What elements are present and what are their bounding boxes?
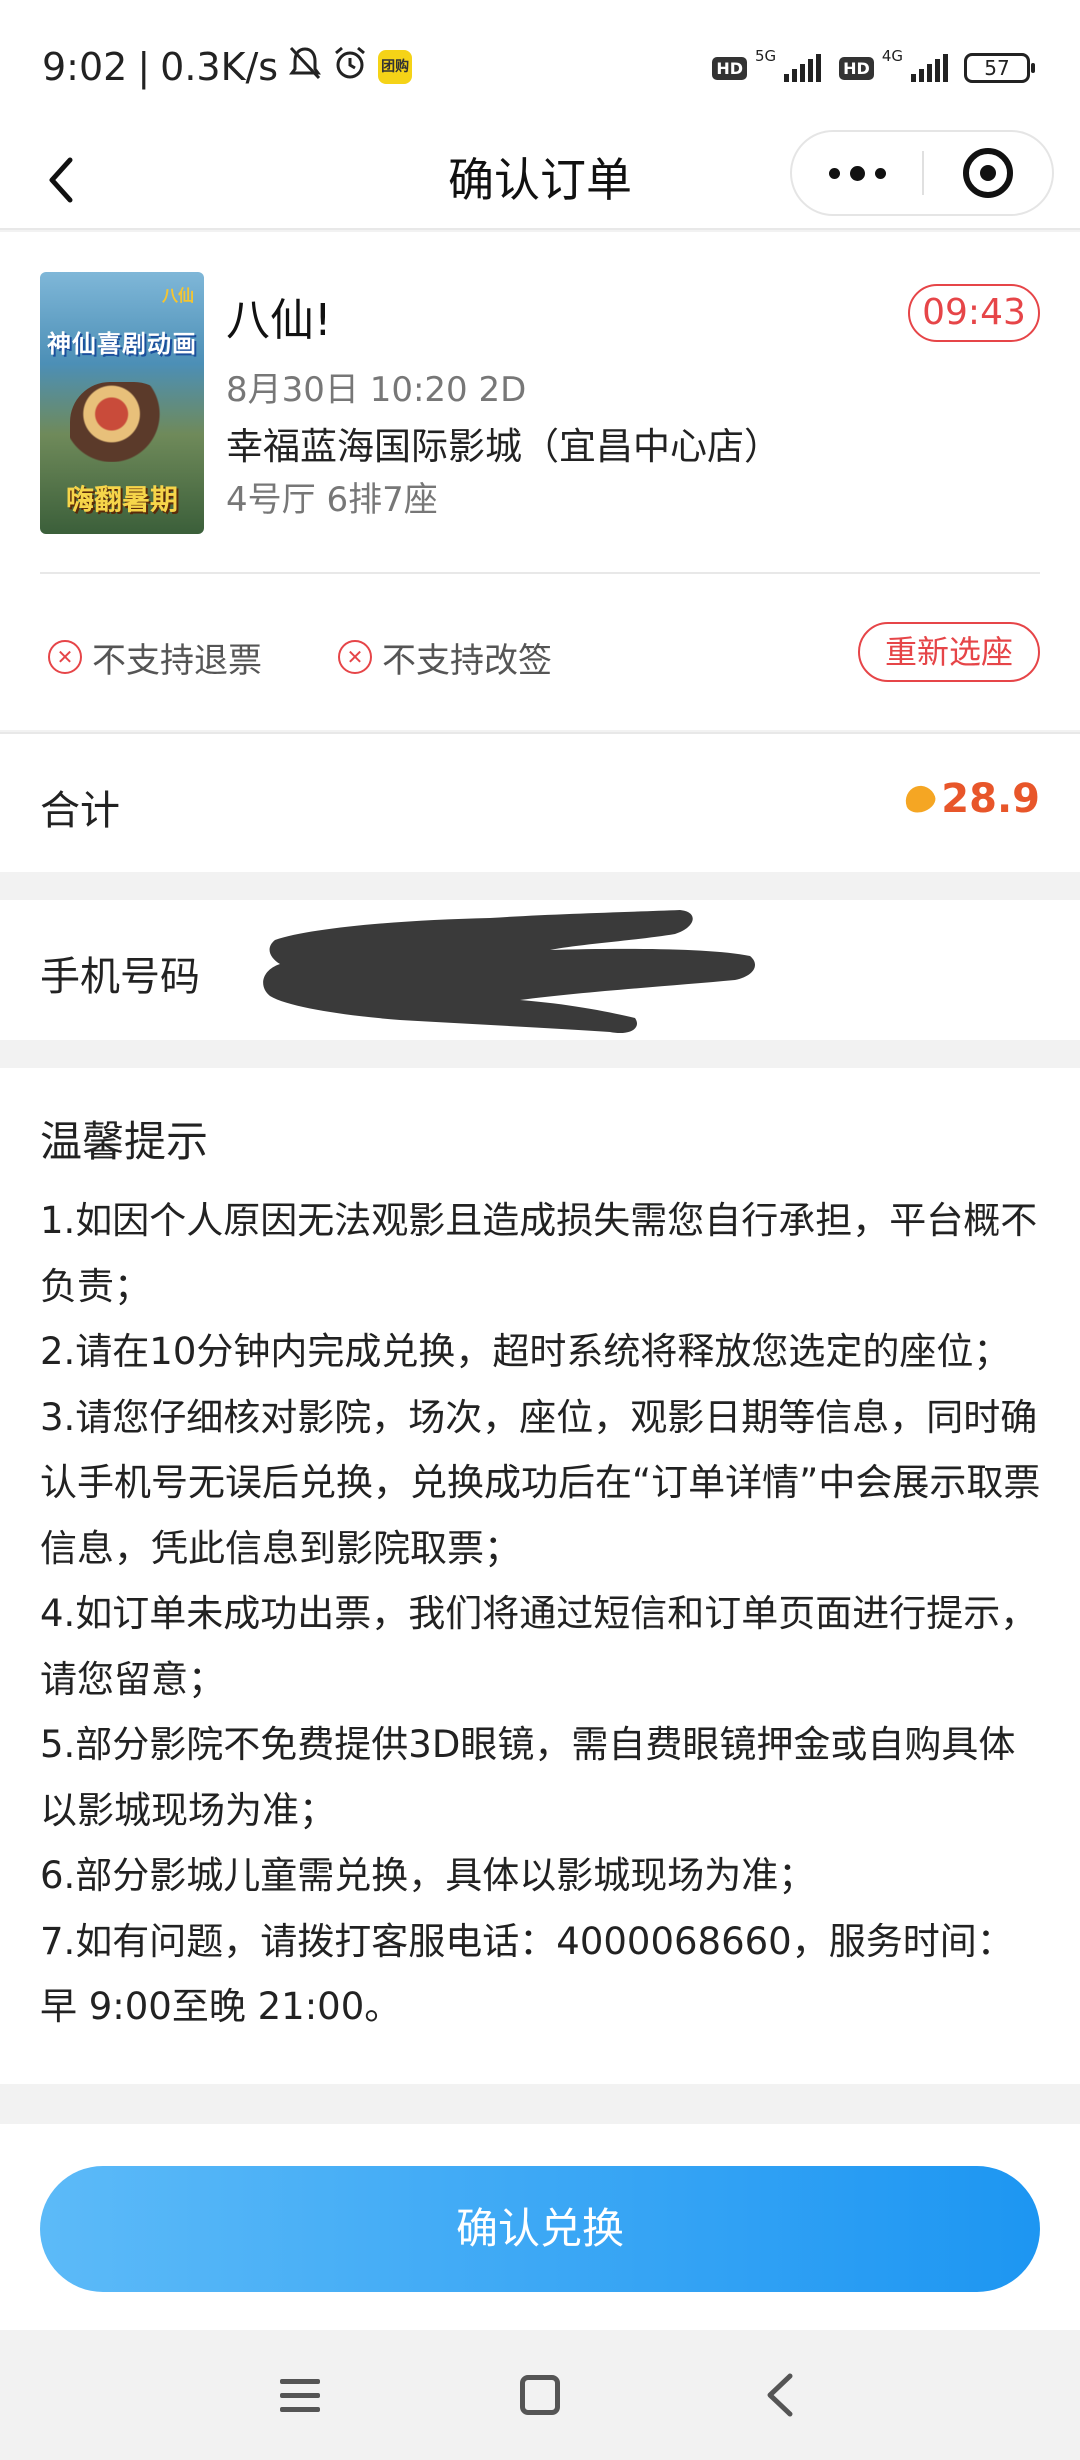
total-price: 28.9 [901,776,1040,822]
back-button[interactable] [30,148,94,212]
target-close-icon [962,148,1013,198]
total-amount: 28.9 [941,776,1040,822]
network-type: 5G [754,47,777,65]
alarm-clock-icon [332,45,368,90]
x-circle-icon: ✕ [338,640,372,674]
system-nav-bar [0,2330,1080,2460]
status-left: 9:02 | 0.3K/s 团购 [42,42,413,92]
mute-bell-icon [288,45,322,90]
app-notification-icon: 团购 [378,50,413,84]
clock: 9:02 [42,45,128,89]
order-card: 八仙 神仙喜剧动画 嗨翻暑期 八仙! 09:43 8月30日 10:20 2D … [0,232,1080,730]
tip-item: 7.如有问题，请拨打客服电话：4000068660，服务时间：早 9:00至晚 … [40,1919,1014,2029]
policy-label: 不支持退票 [92,640,262,681]
poster-top-text: 神仙喜剧动画 [47,330,197,358]
policy-label: 不支持改签 [382,640,552,681]
seat-info: 4号厅 6排7座 [226,480,438,520]
network-type: 4G [881,47,903,65]
menu-icon [280,2378,320,2384]
tips-section: 温馨提示 1.如因个人原因无法观影且造成损失需您自行承担，平台概不负责； 2.请… [0,1068,1080,2084]
close-mini-program-button[interactable] [924,130,1052,216]
network-speed: 0.3K/s [160,45,279,89]
countdown-timer: 09:43 [908,284,1040,342]
total-row: 合计 28.9 [0,732,1080,872]
home-square-icon [520,2375,560,2415]
signal-bars-icon [784,54,822,82]
redacted-phone-number [263,910,755,1034]
phone-label: 手机号码 [40,954,200,1000]
poster-bottom-text: 嗨翻暑期 [65,483,178,516]
signal-bars-icon [911,54,948,82]
hd-badge: HD [839,56,874,80]
nav-bar: 确认订单 [0,130,1080,230]
no-change-policy: ✕ 不支持改签 [338,632,552,682]
mini-program-capsule [790,130,1054,216]
movie-title: 八仙! [226,295,332,346]
tip-item: 5.部分影院不免费提供3D眼镜，需自费眼镜押金或自购具体以影城现场为准； [40,1723,1016,1832]
showtime-info: 8月30日 10:20 2D [226,370,527,410]
poster-artwork [70,382,174,462]
status-right: HD 5G HD 4G 57 [712,46,1035,90]
tip-item: 2.请在10分钟内完成兑换，超时系统将释放您选定的座位； [40,1330,1011,1373]
total-label: 合计 [40,788,120,834]
chevron-left-icon [767,2373,793,2417]
phone-row: 手机号码 [0,900,1080,1040]
tips-list: 1.如因个人原因无法观影且造成损失需您自行承担，平台概不负责； 2.请在10分钟… [40,1188,1050,2040]
chevron-left-icon [49,157,73,203]
tip-item: 3.请您仔细核对影院，场次，座位，观影日期等信息，同时确认手机号无误后兑换，兑换… [40,1395,1041,1570]
reselect-seat-button[interactable]: 重新选座 [858,622,1040,682]
cinema-name: 幸福蓝海国际影城（宜昌中心店） [226,425,781,468]
home-button[interactable] [510,2365,570,2425]
recent-apps-button[interactable] [270,2365,330,2425]
tips-title: 温馨提示 [40,1117,209,1166]
tip-item: 4.如订单未成功出票，我们将通过短信和订单页面进行提示，请您留意； [40,1592,1038,1701]
bottom-action-area: 确认兑换 [0,2124,1080,2330]
divider [40,572,1040,574]
hd-badge: HD [712,56,747,80]
more-button[interactable] [792,130,922,216]
confirm-redeem-button[interactable]: 确认兑换 [40,2166,1040,2292]
poster-logo-text: 八仙 [161,286,194,305]
tip-item: 6.部分影城儿童需兑换，具体以影城现场为准； [40,1854,816,1897]
coin-icon [901,781,939,817]
tip-item: 1.如因个人原因无法观影且造成损失需您自行承担，平台概不负责； [40,1199,1038,1308]
system-back-button[interactable] [750,2365,810,2425]
status-separator: | [137,45,151,89]
movie-poster: 八仙 神仙喜剧动画 嗨翻暑期 [40,272,204,534]
status-bar: 9:02 | 0.3K/s 团购 HD 5G HD 4G 57 [0,0,1080,130]
no-refund-policy: ✕ 不支持退票 [48,632,262,682]
x-circle-icon: ✕ [48,640,82,674]
battery-icon: 57 [964,53,1035,83]
more-dots-icon [828,167,840,179]
